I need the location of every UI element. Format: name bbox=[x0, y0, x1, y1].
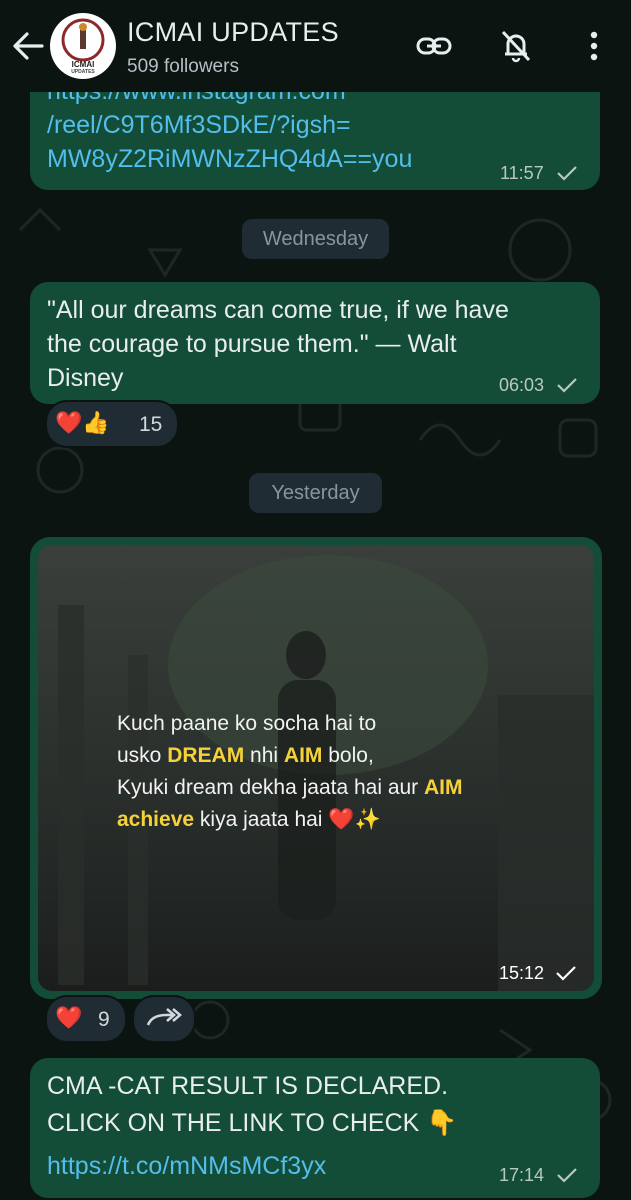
quote-line: achieve kiya jaata hai ❤️✨ bbox=[117, 804, 463, 836]
text-line: CLICK ON THE LINK TO CHECK 👇 bbox=[47, 1109, 458, 1137]
sent-tick-icon bbox=[557, 378, 577, 393]
message-time: 17:14 bbox=[499, 1165, 545, 1185]
reaction-pill[interactable]: ❤️ 9 bbox=[45, 995, 127, 1043]
mute-notifications-icon[interactable] bbox=[496, 26, 536, 66]
back-arrow-icon[interactable] bbox=[10, 28, 46, 64]
result-text: CMA -CAT RESULT IS DECLARED. CLICK ON TH… bbox=[47, 1068, 457, 1142]
link-line: MW8yZ2RiMWNzZHQ4dA==you bbox=[47, 145, 413, 173]
followers-count: 509 followers bbox=[127, 56, 239, 77]
reaction-emojis: ❤️ bbox=[55, 1005, 83, 1030]
text-line: Disney bbox=[47, 364, 124, 392]
text-line: the courage to pursue them." — Walt bbox=[47, 330, 457, 358]
sent-tick-icon bbox=[556, 966, 576, 981]
result-link[interactable]: https://t.co/mNMsMCf3yx bbox=[47, 1149, 326, 1183]
forward-button[interactable] bbox=[132, 995, 196, 1043]
reaction-count: 15 bbox=[139, 413, 163, 436]
quote-fragment: nhi bbox=[244, 744, 284, 767]
avatar-sublabel: UPDATES bbox=[71, 69, 95, 75]
quote-highlight: achieve bbox=[117, 808, 195, 831]
message-bubble-result[interactable]: CMA -CAT RESULT IS DECLARED. CLICK ON TH… bbox=[30, 1058, 600, 1198]
quote-line: usko DREAM nhi AIM bolo, bbox=[117, 740, 463, 772]
quote-fragment: bolo, bbox=[322, 744, 374, 767]
message-time: 06:03 bbox=[499, 375, 545, 395]
text-line: "All our dreams can come true, if we hav… bbox=[47, 296, 509, 324]
quote-fragment: Kyuki dream dekha jaata hai aur bbox=[117, 776, 425, 799]
quote-highlight: AIM bbox=[283, 744, 323, 767]
link-icon[interactable] bbox=[414, 26, 454, 66]
reaction-emojis: ❤️👍 bbox=[55, 410, 110, 435]
reaction-pill[interactable]: ❤️👍 15 bbox=[45, 400, 179, 448]
message-bubble-quote[interactable]: "All our dreams can come true, if we hav… bbox=[30, 282, 600, 404]
sent-tick-icon bbox=[557, 1168, 577, 1183]
date-divider: Yesterday bbox=[249, 473, 382, 513]
quote-fragment: usko bbox=[117, 744, 168, 767]
quote-text: "All our dreams can come true, if we hav… bbox=[47, 293, 509, 395]
forward-icon bbox=[146, 1008, 182, 1026]
message-time: 15:12 bbox=[499, 963, 545, 983]
link-line: /reel/C9T6Mf3SDkE/?igsh= bbox=[47, 111, 351, 139]
reaction-count: 9 bbox=[98, 1008, 110, 1031]
channel-header: ICMAI UPDATES ICMAI UPDATES 509 follower… bbox=[0, 0, 631, 92]
quote-fragment: kiya jaata hai ❤️✨ bbox=[194, 808, 381, 831]
date-divider: Wednesday bbox=[242, 219, 389, 259]
avatar-label: ICMAI bbox=[71, 60, 95, 69]
motivational-image[interactable]: Kuch paane ko socha hai to usko DREAM nh… bbox=[38, 545, 594, 991]
quote-line: Kyuki dream dekha jaata hai aur AIM bbox=[117, 772, 463, 804]
quote-highlight: DREAM bbox=[167, 744, 245, 767]
channel-avatar[interactable]: ICMAI UPDATES bbox=[50, 13, 116, 79]
message-time: 11:57 bbox=[500, 163, 544, 183]
channel-title[interactable]: ICMAI UPDATES bbox=[127, 17, 339, 48]
quote-line: Kuch paane ko socha hai to bbox=[117, 712, 377, 735]
image-quote-text: Kuch paane ko socha hai to usko DREAM nh… bbox=[117, 708, 463, 836]
quote-highlight: AIM bbox=[424, 776, 463, 799]
more-options-icon[interactable] bbox=[574, 26, 614, 66]
text-line: CMA -CAT RESULT IS DECLARED. bbox=[47, 1072, 449, 1100]
sent-tick-icon bbox=[557, 166, 577, 181]
